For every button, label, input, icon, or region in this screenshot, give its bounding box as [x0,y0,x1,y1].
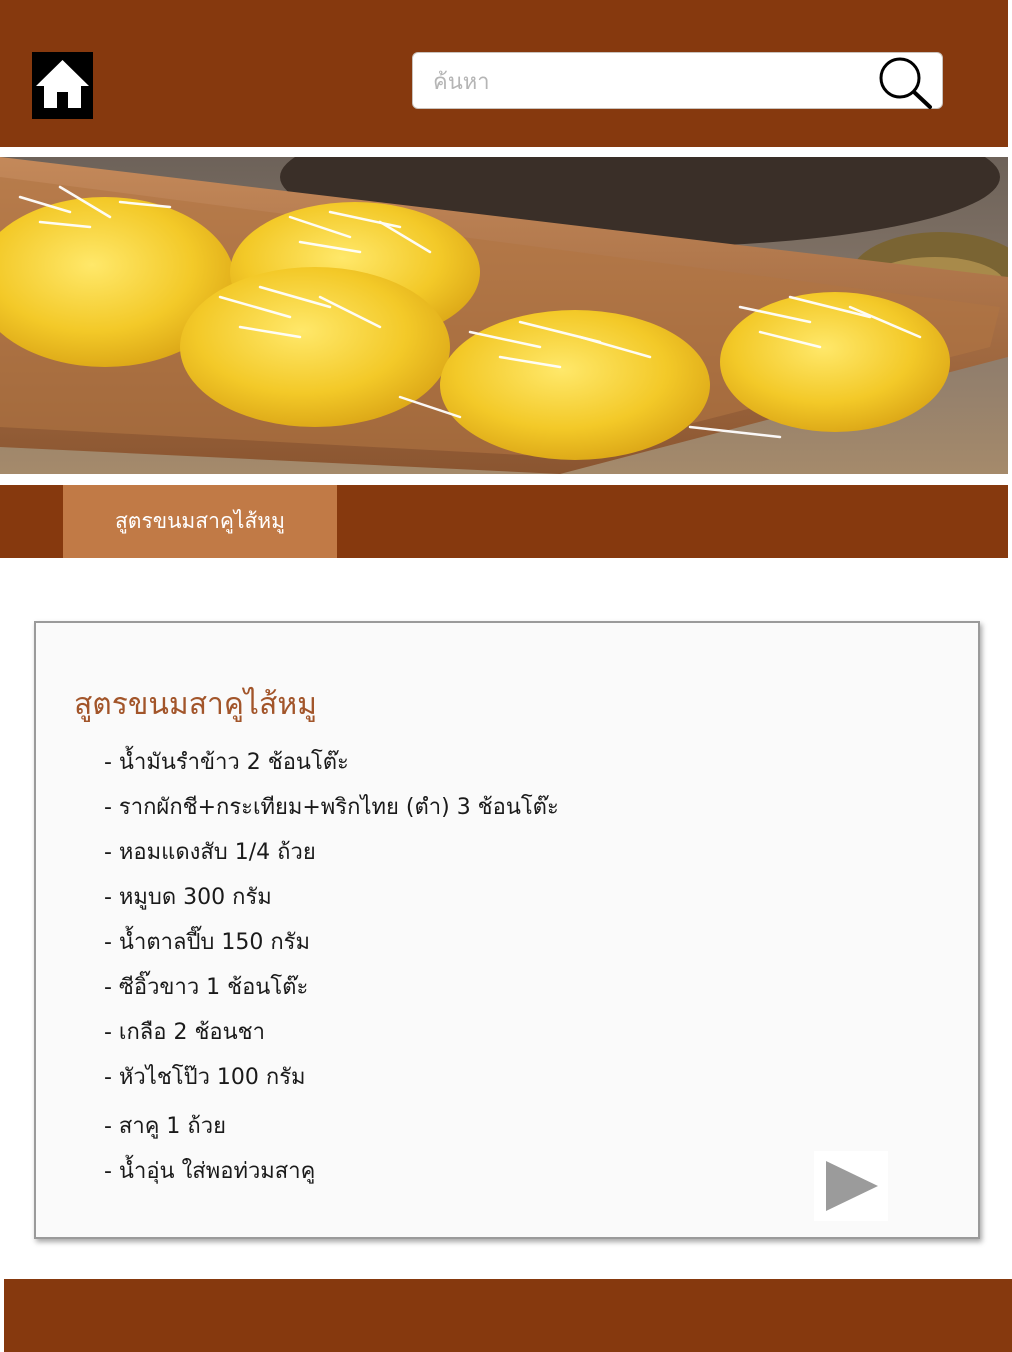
search-input[interactable] [431,61,875,103]
hero-image [0,157,1008,474]
list-item: - หมูบด 300 กรัม [104,885,272,910]
list-item: - น้ำมันรำข้าว 2 ช้อนโต๊ะ [104,750,349,775]
list-item: - หัวไชโป๊ว 100 กรัม [104,1065,306,1090]
list-item: - น้ำอุ่น ใส่พอท่วมสาคู [104,1159,316,1184]
list-item: - เกลือ 2 ช้อนชา [104,1020,265,1045]
list-item: - รากผักชี+กระเทียม+พริกไทย (ตำ) 3 ช้อนโ… [104,795,559,820]
list-item: - น้ำตาลปี๊บ 150 กรัม [104,930,310,955]
recipe-card: สูตรขนมสาคูไส้หมู - น้ำมันรำข้าว 2 ช้อนโ… [34,621,980,1239]
search-icon[interactable] [876,56,934,110]
list-item: - หอมแดงสับ 1/4 ถ้วย [104,840,316,865]
play-button[interactable] [814,1151,888,1221]
search-bar [412,52,943,109]
list-item: - ซีอิ๊วขาว 1 ช้อนโต๊ะ [104,975,309,1000]
footer-bar [4,1279,1012,1352]
home-icon [36,60,89,108]
tab-recipe[interactable]: สูตรขนมสาคูไส้หมู [63,485,337,558]
home-button[interactable] [32,52,93,119]
recipe-title: สูตรขนมสาคูไส้หมู [74,687,317,722]
ingredient-list: - น้ำมันรำข้าว 2 ช้อนโต๊ะ - รากผักชี+กระ… [104,743,559,1197]
play-icon [826,1161,878,1211]
list-item: - สาคู 1 ถ้วย [104,1114,226,1139]
